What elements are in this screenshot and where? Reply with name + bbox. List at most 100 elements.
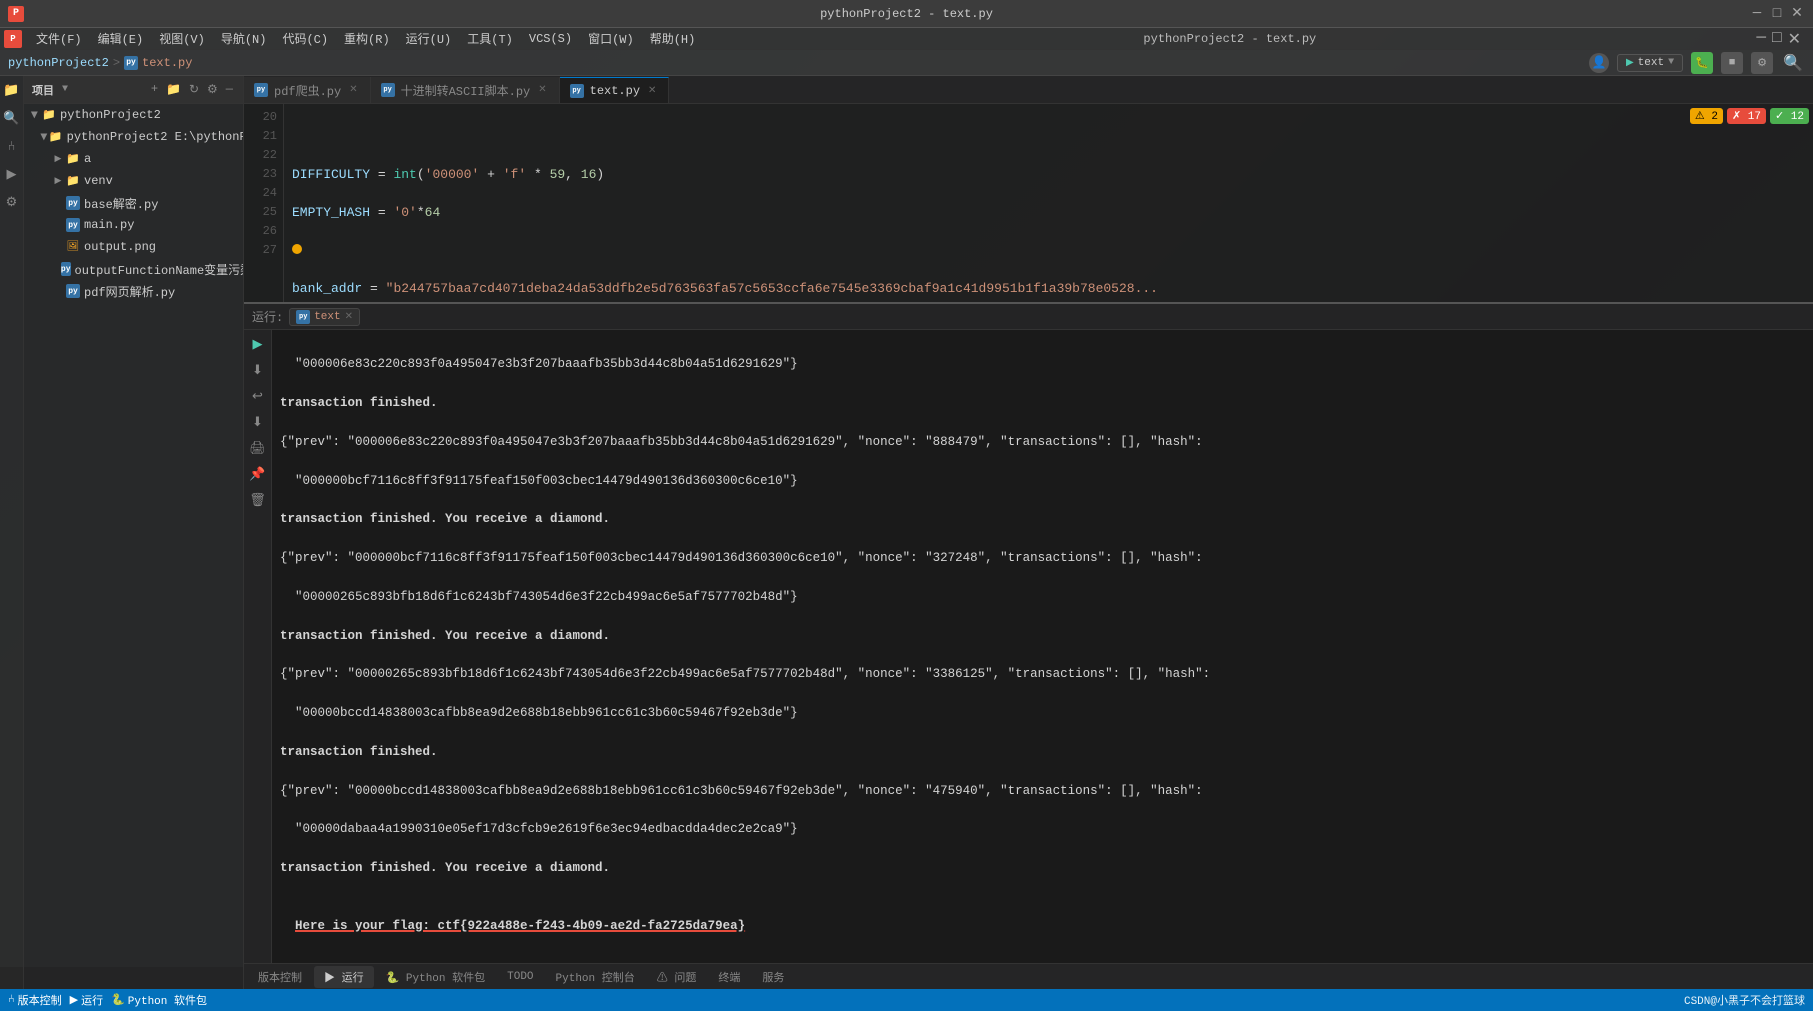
tab-bar: py pdf爬虫.py ✕ py 十进制转ASCII脚本.py ✕ py tex…	[244, 76, 1813, 104]
restore-icon[interactable]: □	[1772, 29, 1782, 49]
editor-split: 20 21 22 23 24 25 26 27 DIFFICULTY = int…	[244, 104, 1813, 963]
tree-root[interactable]: ▶ 📁 pythonProject2	[24, 104, 243, 126]
flag-text: Here is your flag: ctf{922a488e-f243-4b0…	[295, 919, 745, 933]
folder-icon: 📁	[42, 108, 56, 122]
minimize-icon[interactable]: ─	[1756, 29, 1766, 49]
run-dropdown-arrow[interactable]: ▼	[1668, 57, 1674, 68]
tab-todo[interactable]: TODO	[497, 966, 543, 988]
menu-code[interactable]: 代码(C)	[274, 28, 336, 49]
tab-ascii-convert[interactable]: py 十进制转ASCII脚本.py ✕	[371, 77, 560, 103]
tree-folder-a[interactable]: ▶ 📁 a	[24, 148, 243, 170]
activity-vcs[interactable]: ⑃	[2, 136, 22, 156]
activity-search[interactable]: 🔍	[2, 108, 22, 128]
tab-text-py[interactable]: py text.py ✕	[560, 77, 670, 103]
sidebar-header: 项目 ▼ + 📁 ↻ ⚙ —	[24, 76, 243, 104]
minimize-button[interactable]: ─	[1749, 6, 1765, 22]
tab-pdf-crawler[interactable]: py pdf爬虫.py ✕	[244, 77, 371, 103]
tab-problems[interactable]: ⚠ 问题	[647, 966, 707, 988]
run-tag-close[interactable]: ✕	[345, 311, 353, 323]
py-icon: py	[61, 262, 71, 276]
menu-edit[interactable]: 编辑(E)	[90, 28, 152, 49]
tree-project-root[interactable]: ▶ 📁 pythonProject2 E:\pythonProject2	[24, 126, 243, 148]
run-pin-button[interactable]: 📌	[248, 464, 268, 484]
close-button[interactable]: ✕	[1789, 6, 1805, 22]
refresh-button[interactable]: ↻	[187, 80, 201, 99]
status-run[interactable]: ▶运行	[70, 992, 103, 1008]
run-close-button[interactable]: ⬇	[248, 412, 268, 432]
close-icon[interactable]: ✕	[1788, 29, 1801, 49]
menu-vcs[interactable]: VCS(S)	[521, 30, 580, 48]
window-controls: ─ □ ✕	[1749, 6, 1805, 22]
ok-badge: ✓ 12	[1770, 108, 1809, 124]
output-line: "000006e83c220c893f0a495047e3b3f207baaaf…	[280, 355, 1805, 374]
run-file-tag[interactable]: py text ✕	[289, 308, 360, 326]
tree-folder-venv-label: venv	[84, 174, 113, 188]
menu-help[interactable]: 帮助(H)	[642, 28, 704, 49]
menu-navigate[interactable]: 导航(N)	[213, 28, 275, 49]
tab-services[interactable]: 服务	[752, 966, 794, 988]
sidebar-tree: ▶ 📁 pythonProject2 ▶ 📁 pythonProject2 E:…	[24, 104, 243, 989]
img-icon: 🖼	[66, 240, 80, 254]
error-badge: ✗ 17	[1727, 108, 1766, 124]
menu-file[interactable]: 文件(F)	[28, 28, 90, 49]
tree-file-base[interactable]: ▶ py base解密.py	[24, 192, 243, 214]
tab-version-control[interactable]: 版本控制	[248, 966, 312, 988]
menu-refactor[interactable]: 重构(R)	[336, 28, 398, 49]
output-line: transaction finished. You receive a diam…	[280, 510, 1805, 529]
new-file-button[interactable]: +	[149, 80, 160, 99]
run-rerun-button[interactable]: ↩	[248, 386, 268, 406]
debug-button[interactable]: 🐛	[1691, 52, 1713, 74]
py-icon: py	[66, 196, 80, 210]
breadcrumb-file[interactable]: py text.py	[124, 56, 192, 70]
tab-close-button[interactable]: ✕	[536, 83, 548, 97]
tab-python-console[interactable]: Python 控制台	[546, 966, 645, 988]
tree-file-output-func[interactable]: ▶ py outputFunctionName变量污染脚	[24, 258, 243, 280]
maximize-button[interactable]: □	[1769, 6, 1785, 22]
tree-file-base-label: base解密.py	[84, 195, 158, 212]
tab-python-packages[interactable]: 🐍 Python 软件包	[376, 966, 496, 988]
sidebar-dropdown[interactable]: ▼	[62, 84, 68, 95]
breadcrumb-project[interactable]: pythonProject2	[8, 56, 109, 70]
run-button[interactable]: ▶ text ▼	[1617, 54, 1683, 72]
tree-file-output-png[interactable]: ▶ 🖼 output.png	[24, 236, 243, 258]
activity-run-debug[interactable]: ▶	[2, 164, 22, 184]
user-avatar[interactable]: 👤	[1589, 53, 1609, 73]
window-title-menu: pythonProject2 - text.py	[703, 32, 1756, 46]
run-play-button[interactable]: ▶	[248, 334, 268, 354]
build-button[interactable]: ⚙	[1751, 52, 1773, 74]
title-bar-left: P	[8, 6, 30, 22]
stop-button[interactable]: ■	[1721, 52, 1743, 74]
app-logo: P	[8, 6, 24, 22]
tab-close-button[interactable]: ✕	[347, 83, 359, 97]
run-trash-button[interactable]: 🗑	[248, 490, 268, 510]
code-view: 20 21 22 23 24 25 26 27 DIFFICULTY = int…	[244, 104, 1813, 304]
tree-root-label: pythonProject2	[60, 108, 161, 122]
collapse-button[interactable]: —	[224, 80, 235, 99]
status-vcs[interactable]: ⑃版本控制	[8, 992, 62, 1008]
menu-window[interactable]: 窗口(W)	[580, 28, 642, 49]
menu-run[interactable]: 运行(U)	[398, 28, 460, 49]
menu-tools[interactable]: 工具(T)	[459, 28, 521, 49]
run-settings-button[interactable]: 🖨	[248, 438, 268, 458]
run-stop-button[interactable]: ⬇	[248, 360, 268, 380]
settings-button[interactable]: ⚙	[205, 80, 220, 99]
tree-file-main[interactable]: ▶ py main.py	[24, 214, 243, 236]
tab-close-button[interactable]: ✕	[646, 84, 658, 98]
line-numbers: 20 21 22 23 24 25 26 27	[244, 104, 284, 302]
activity-extensions[interactable]: ⚙	[2, 192, 22, 212]
activity-files[interactable]: 📁	[2, 80, 22, 100]
run-label: 运行:	[252, 308, 283, 325]
console-output[interactable]: "000006e83c220c893f0a495047e3b3f207baaaf…	[272, 330, 1813, 963]
output-line: "00000bccd14838003cafbb8ea9d2e688b18ebb9…	[280, 704, 1805, 723]
tree-file-output-png-label: output.png	[84, 240, 156, 254]
code-editor[interactable]: DIFFICULTY = int('00000' + 'f' * 59, 16)…	[284, 104, 1813, 302]
new-folder-button[interactable]: 📁	[164, 80, 183, 99]
search-button[interactable]: 🔍	[1781, 51, 1805, 75]
tree-file-output-func-label: outputFunctionName变量污染脚	[75, 261, 243, 278]
status-python-packages[interactable]: 🐍Python 软件包	[111, 992, 207, 1008]
tab-terminal[interactable]: 终端	[708, 966, 750, 988]
menu-view[interactable]: 视图(V)	[151, 28, 213, 49]
tree-file-pdf[interactable]: ▶ py pdf网页解析.py	[24, 280, 243, 302]
tab-run[interactable]: ▶ 运行	[314, 966, 374, 988]
tree-folder-venv[interactable]: ▶ 📁 venv	[24, 170, 243, 192]
